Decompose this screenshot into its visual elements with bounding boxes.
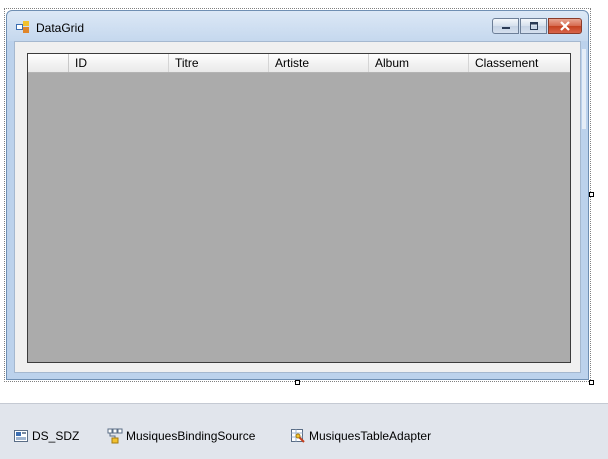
close-button[interactable] (548, 18, 582, 34)
window-controls (491, 18, 582, 36)
column-header-album[interactable]: Album (369, 54, 469, 72)
form-window[interactable]: DataGrid ID Titre Artiste Album Classeme… (6, 10, 589, 380)
tray-item-label: MusiquesTableAdapter (309, 429, 432, 443)
grid-corner-header[interactable] (28, 54, 69, 72)
minimize-icon (501, 27, 510, 29)
data-grid-view[interactable]: ID Titre Artiste Album Classement (27, 53, 571, 363)
resize-handle-bottom-right[interactable] (589, 380, 594, 385)
form-icon (16, 21, 29, 33)
tray-item-label: MusiquesBindingSource (126, 429, 256, 443)
resize-handle-bottom[interactable] (295, 380, 300, 385)
grid-column-headers: ID Titre Artiste Album Classement (28, 54, 570, 73)
column-header-artiste[interactable]: Artiste (269, 54, 369, 72)
window-title: DataGrid (36, 21, 85, 35)
tray-item-musiques-binding-source[interactable]: MusiquesBindingSource (107, 428, 255, 444)
title-bar[interactable]: DataGrid (7, 11, 588, 41)
tray-item-musiques-table-adapter[interactable]: MusiquesTableAdapter (290, 428, 431, 444)
close-icon (560, 21, 570, 31)
design-surface: DataGrid ID Titre Artiste Album Classeme… (0, 0, 608, 403)
tray-item-ds-sdz[interactable]: DS_SDZ (13, 428, 79, 444)
component-tray: DS_SDZ MusiquesBindingSource MusiquesTab… (0, 403, 608, 459)
column-header-id[interactable]: ID (69, 54, 169, 72)
window-edge-highlight (582, 49, 586, 129)
dataset-icon (13, 428, 29, 444)
maximize-button[interactable] (520, 18, 547, 34)
table-adapter-icon (290, 428, 306, 444)
binding-source-icon (107, 428, 123, 444)
tray-item-label: DS_SDZ (32, 429, 80, 443)
column-header-classement[interactable]: Classement (469, 54, 570, 72)
column-header-titre[interactable]: Titre (169, 54, 269, 72)
resize-handle-right[interactable] (589, 192, 594, 197)
minimize-button[interactable] (492, 18, 519, 34)
form-client-area: ID Titre Artiste Album Classement (14, 41, 581, 373)
maximize-icon (529, 22, 538, 30)
